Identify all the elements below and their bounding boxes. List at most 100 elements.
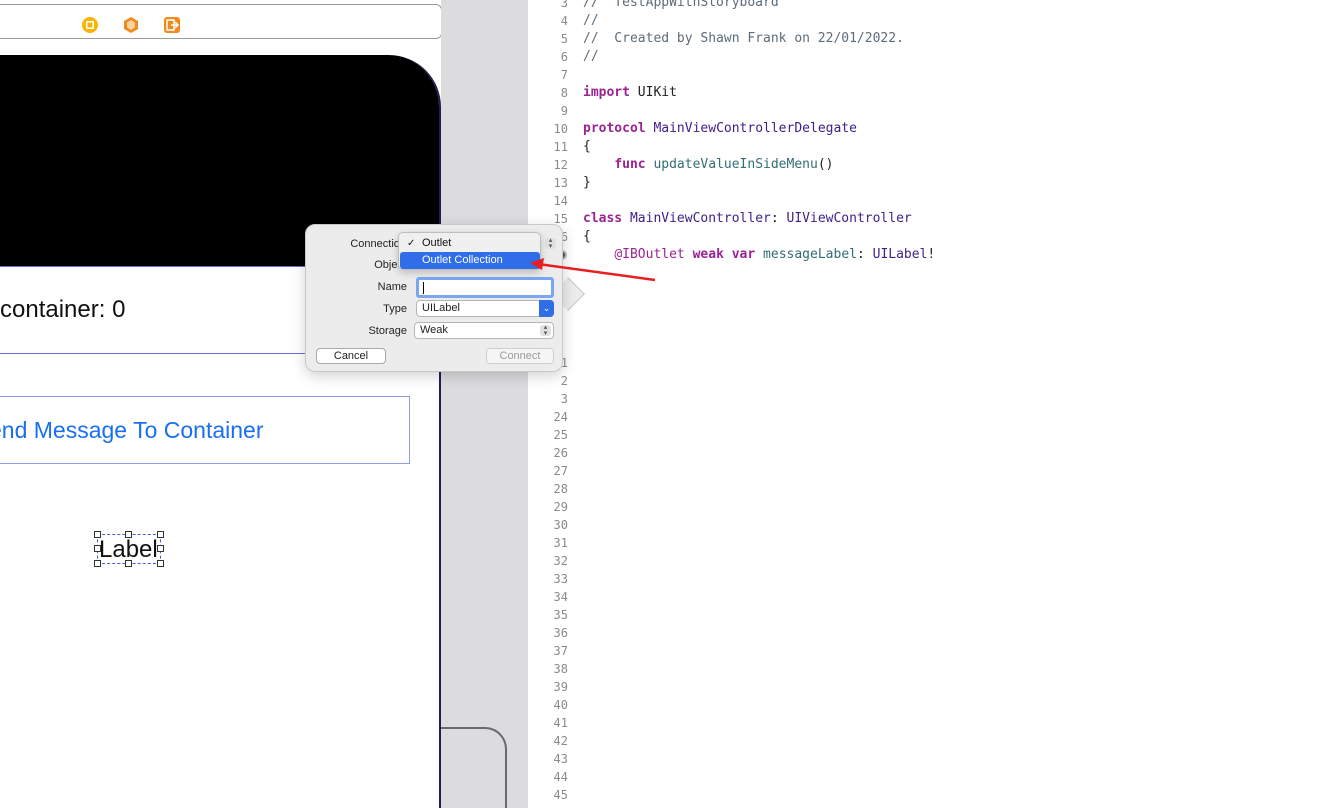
code-line[interactable]: 39 [528, 678, 1318, 696]
code-line[interactable]: 7 [528, 66, 1318, 84]
line-number: 12 [553, 158, 568, 172]
code-line[interactable]: 34 [528, 588, 1318, 606]
resize-handle[interactable] [157, 531, 164, 538]
code-line[interactable]: 42 [528, 732, 1318, 750]
storage-value: Weak [420, 324, 448, 336]
code-text: protocol MainViewControllerDelegate [583, 121, 857, 136]
connect-button[interactable]: Connect [486, 348, 554, 364]
code-line[interactable] [528, 300, 1318, 318]
code-line[interactable]: 43 [528, 750, 1318, 768]
code-line[interactable]: 29 [528, 498, 1318, 516]
line-number: 14 [553, 194, 568, 208]
code-line[interactable]: 33 [528, 570, 1318, 588]
resize-handle[interactable] [125, 531, 132, 538]
view-controller-icon[interactable] [81, 16, 99, 34]
code-line[interactable]: 2 [528, 372, 1318, 390]
resize-handle[interactable] [157, 560, 164, 567]
storage-label: Storage [368, 325, 407, 337]
storyboard-canvas[interactable]: n container: 0 end Message To Container … [0, 0, 528, 808]
first-responder-icon[interactable] [122, 16, 140, 34]
chevron-down-icon[interactable]: ⌄ [539, 300, 554, 317]
code-line[interactable]: 14 [528, 192, 1318, 210]
code-line[interactable]: 24 [528, 408, 1318, 426]
connection-label: Connection [350, 238, 406, 250]
object-label: Object [374, 259, 406, 271]
xcode-window: n container: 0 end Message To Container … [0, 0, 1318, 808]
code-text: // Created by Shawn Frank on 22/01/2022. [583, 31, 904, 46]
code-line[interactable]: 35 [528, 606, 1318, 624]
line-number: 7 [560, 68, 568, 82]
code-line[interactable]: 36 [528, 624, 1318, 642]
code-line[interactable]: 1 [528, 354, 1318, 372]
line-number: 43 [553, 752, 568, 766]
code-line[interactable]: 30 [528, 516, 1318, 534]
code-line[interactable]: 6 // [528, 48, 1318, 66]
code-line[interactable]: 13} [528, 174, 1318, 192]
resize-handle[interactable] [94, 545, 101, 552]
line-number: 28 [553, 482, 568, 496]
code-line[interactable]: 10 protocol MainViewControllerDelegate [528, 120, 1318, 138]
line-number: 38 [553, 662, 568, 676]
line-number: 13 [553, 176, 568, 190]
line-number: 9 [560, 104, 568, 118]
code-line[interactable]: 27 [528, 462, 1318, 480]
code-line[interactable]: 3 // TestAppWithStoryboard [528, 0, 1318, 12]
line-number: 25 [553, 428, 568, 442]
code-text: } [583, 175, 591, 190]
send-message-button[interactable]: end Message To Container [0, 396, 410, 464]
code-line[interactable]: 25 [528, 426, 1318, 444]
code-line[interactable]: 4 // [528, 12, 1318, 30]
line-number: 2 [560, 374, 568, 388]
line-number: 3 [560, 392, 568, 406]
code-line[interactable]: 3 [528, 390, 1318, 408]
line-number: 31 [553, 536, 568, 550]
code-text: import UIKit [583, 85, 677, 100]
line-number: 24 [553, 410, 568, 424]
resize-handle[interactable] [157, 545, 164, 552]
line-number: 40 [553, 698, 568, 712]
code-line[interactable]: 8 import UIKit [528, 84, 1318, 102]
code-line[interactable]: 44 [528, 768, 1318, 786]
resize-handle[interactable] [125, 560, 132, 567]
menu-item-outlet[interactable]: ✓ Outlet [400, 235, 540, 252]
line-number: 26 [553, 446, 568, 460]
line-number: 10 [553, 122, 568, 136]
code-line[interactable]: 37 [528, 642, 1318, 660]
code-line[interactable] [528, 318, 1318, 336]
code-line[interactable]: 28 [528, 480, 1318, 498]
code-line[interactable] [528, 336, 1318, 354]
annotation-arrow-icon [530, 258, 656, 282]
code-text: { [583, 139, 591, 154]
exit-icon[interactable] [163, 16, 181, 34]
code-editor[interactable]: 3 // TestAppWithStoryboard 4 // 5 // Created … [528, 0, 1318, 808]
code-line[interactable]: 46 [528, 804, 1318, 808]
code-line[interactable]: 38 [528, 660, 1318, 678]
line-number: 8 [560, 86, 568, 100]
code-line[interactable]: 16{ [528, 228, 1318, 246]
code-line[interactable]: 26 [528, 444, 1318, 462]
resize-handle[interactable] [94, 560, 101, 567]
code-line[interactable]: 40 [528, 696, 1318, 714]
code-line[interactable]: 15 class MainViewController: UIViewContro… [528, 210, 1318, 228]
type-value: UILabel [422, 302, 460, 314]
code-line[interactable]: 9 [528, 102, 1318, 120]
code-line[interactable]: 45 [528, 786, 1318, 804]
code-line[interactable]: 32 [528, 552, 1318, 570]
resize-handle[interactable] [94, 531, 101, 538]
cancel-button[interactable]: Cancel [316, 348, 386, 364]
menu-item-outlet-collection[interactable]: Outlet Collection [400, 252, 540, 269]
menu-item-label: Outlet [422, 237, 452, 249]
line-number: 44 [553, 770, 568, 784]
type-combobox[interactable]: UILabel ⌄ [416, 300, 554, 317]
code-line[interactable]: 31 [528, 534, 1318, 552]
storage-select[interactable]: Weak ▴ ▾ [414, 322, 554, 339]
stepper-icon: ▴ ▾ [540, 324, 551, 337]
line-number: 27 [553, 464, 568, 478]
code-line[interactable]: 12 func updateValueInSideMenu() [528, 156, 1318, 174]
line-number: 5 [560, 32, 568, 46]
code-line[interactable]: 41 [528, 714, 1318, 732]
code-line[interactable]: 11 { [528, 138, 1318, 156]
code-line[interactable]: 5 // Created by Shawn Frank on 22/01/2022… [528, 30, 1318, 48]
line-number: 35 [553, 608, 568, 622]
device-outline [441, 727, 507, 808]
